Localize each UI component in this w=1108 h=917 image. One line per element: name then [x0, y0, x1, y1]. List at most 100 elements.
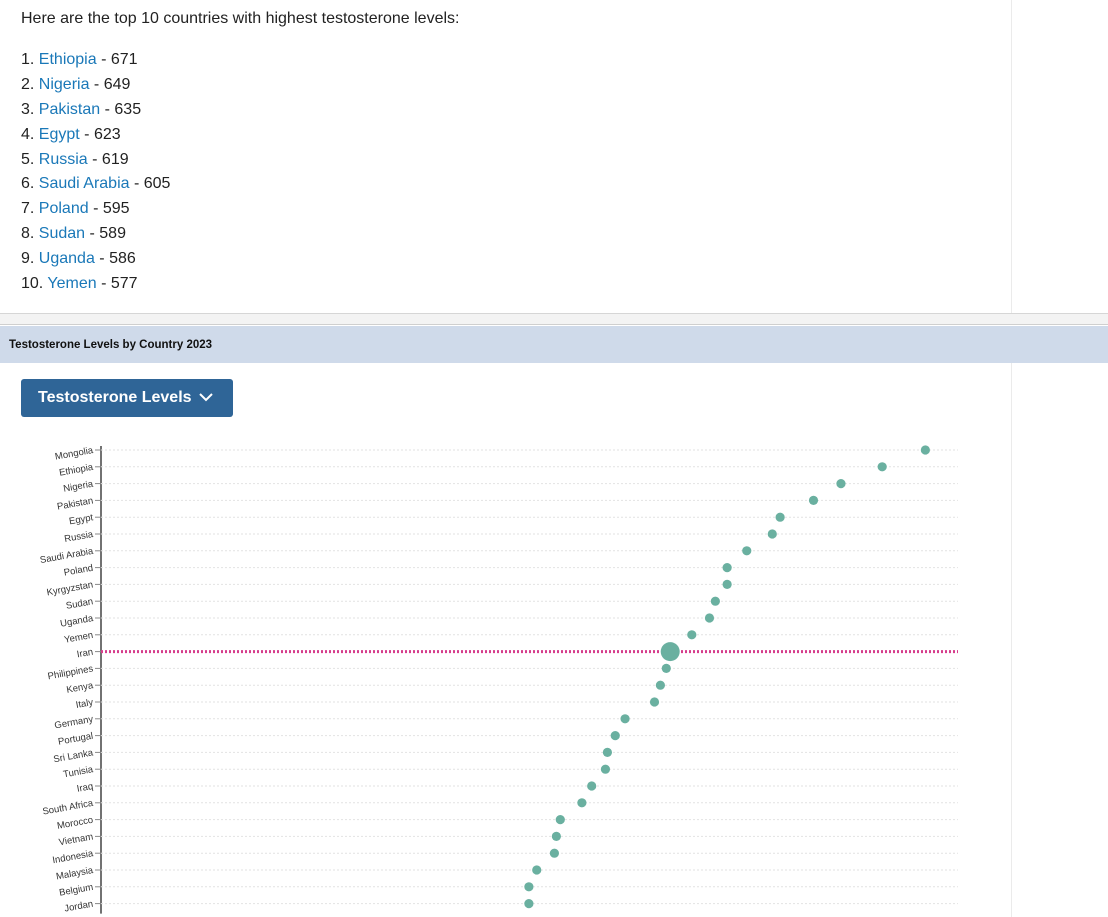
y-tick-label: Russia: [64, 529, 95, 545]
country-link[interactable]: Sudan: [39, 225, 85, 242]
data-point[interactable]: [555, 815, 565, 825]
y-tick-label: Jordan: [64, 899, 95, 915]
data-point[interactable]: [877, 462, 887, 472]
testosterone-dot-chart: MongoliaEthiopiaNigeriaPakistanEgypt Russ…: [39, 445, 958, 915]
country-link[interactable]: Yemen: [47, 275, 96, 292]
data-point[interactable]: [602, 747, 613, 757]
list-item-rank: 8.: [21, 225, 39, 243]
list-item-rank: 9.: [21, 250, 39, 268]
y-tick-label: Iraq: [76, 781, 94, 795]
y-tick-label: Nigeria: [62, 479, 94, 495]
country-link[interactable]: Saudi Arabia: [39, 175, 130, 192]
data-point[interactable]: [920, 445, 930, 455]
list-item: 2. Nigeria - 649: [21, 75, 170, 100]
country-link[interactable]: Uganda: [39, 250, 95, 267]
data-point[interactable]: [610, 731, 620, 741]
country-link[interactable]: Pakistan: [39, 101, 100, 118]
data-point[interactable]: [549, 848, 560, 858]
data-point[interactable]: [836, 479, 846, 489]
y-tick-label: Sudan: [65, 596, 94, 612]
section-divider: [0, 313, 1108, 325]
data-point[interactable]: [710, 596, 720, 606]
list-item-rank: 10.: [21, 275, 48, 293]
list-item-value: - 649: [89, 75, 131, 93]
list-item-value: - 589: [85, 225, 126, 243]
list-item: 9. Uganda - 586: [21, 249, 170, 274]
data-point[interactable]: [600, 764, 611, 774]
data-point[interactable]: [524, 899, 534, 909]
data-point-highlighted[interactable]: [660, 642, 680, 662]
list-item-value: - 577: [96, 275, 138, 293]
y-tick-label: Belgium: [58, 882, 94, 899]
y-tick-label: Malaysia: [55, 865, 95, 882]
data-point[interactable]: [722, 563, 732, 573]
list-item-value: - 671: [96, 51, 138, 68]
y-tick-label: Germany: [54, 714, 95, 732]
list-item-value: - 619: [87, 150, 129, 168]
list-item-rank: 1.: [21, 51, 39, 68]
country-link[interactable]: Egypt: [39, 126, 80, 143]
country-link[interactable]: Nigeria: [39, 76, 90, 93]
list-item-value: - 586: [94, 250, 136, 268]
y-tick-label: Morocco: [56, 815, 94, 832]
data-point[interactable]: [655, 680, 665, 690]
data-point[interactable]: [587, 781, 597, 791]
country-link[interactable]: Ethiopia: [39, 51, 97, 68]
top-countries-section: Here are the top 10 countries with highe…: [0, 0, 1012, 313]
list-item: 7. Poland - 595: [21, 199, 170, 224]
list-item-rank: 2.: [21, 75, 39, 93]
data-point[interactable]: [808, 495, 819, 505]
list-item-value: - 635: [100, 100, 142, 118]
metric-dropdown-button[interactable]: Testosterone Levels: [21, 379, 233, 417]
data-point[interactable]: [775, 512, 785, 522]
right-border: [1011, 363, 1012, 917]
list-item: 10. Yemen - 577: [21, 274, 170, 299]
country-link[interactable]: Poland: [39, 200, 89, 217]
y-tick-label: Yemen: [63, 630, 94, 646]
y-tick-label: Portugal: [57, 731, 94, 748]
list-item: 6. Saudi Arabia - 605: [21, 174, 170, 199]
list-item: 1. Ethiopia - 671: [21, 50, 170, 75]
data-point[interactable]: [577, 798, 587, 808]
list-item-rank: 3.: [21, 100, 39, 118]
list-item-value: - 595: [88, 200, 130, 218]
y-tick-label: Pakistan: [56, 495, 94, 512]
data-point[interactable]: [704, 613, 715, 623]
data-point[interactable]: [687, 630, 697, 640]
y-tick-label: Sri Lanka: [53, 747, 95, 765]
y-tick-label: Uganda: [59, 613, 94, 630]
y-tick-label: Egypt: [68, 512, 94, 527]
y-tick-label: Ethiopia: [58, 462, 94, 479]
country-link[interactable]: Russia: [39, 151, 88, 168]
data-point[interactable]: [551, 831, 561, 841]
data-point[interactable]: [742, 546, 752, 556]
list-item-value: - 623: [79, 125, 121, 143]
data-point[interactable]: [620, 714, 630, 724]
y-tick-label: Poland: [63, 563, 94, 579]
data-point[interactable]: [722, 579, 732, 589]
data-point[interactable]: [661, 663, 671, 673]
chart-header-band: Testosterone Levels by Country 2023: [0, 326, 1108, 363]
data-point[interactable]: [649, 697, 660, 707]
chevron-down-icon: [199, 393, 213, 402]
list-item-value: - 605: [129, 175, 171, 193]
intro-text: Here are the top 10 countries with highe…: [21, 10, 460, 27]
y-tick-label: Vietnam: [58, 831, 94, 848]
list-item-rank: 4.: [21, 125, 39, 143]
data-point[interactable]: [524, 882, 534, 892]
list-item-rank: 5.: [21, 150, 39, 168]
list-item: 5. Russia - 619: [21, 150, 170, 175]
chart-section-title: Testosterone Levels by Country 2023: [9, 339, 213, 351]
y-tick-label: Mongolia: [54, 445, 95, 463]
data-point[interactable]: [532, 865, 542, 875]
list-item: 4. Egypt - 623: [21, 125, 170, 150]
list-item: 3. Pakistan - 635: [21, 100, 170, 125]
y-tick-label: Italy: [75, 697, 94, 711]
y-tick-label: Indonesia: [52, 848, 95, 866]
y-tick-label: Kenya: [66, 680, 95, 696]
top-countries-list: 1. Ethiopia - 671 2. Nigeria - 649 3. Paki…: [21, 50, 170, 299]
list-item-rank: 7.: [21, 200, 39, 218]
y-tick-label: Philippines: [47, 663, 94, 682]
data-point[interactable]: [767, 529, 777, 539]
list-item-rank: 6.: [21, 175, 39, 193]
